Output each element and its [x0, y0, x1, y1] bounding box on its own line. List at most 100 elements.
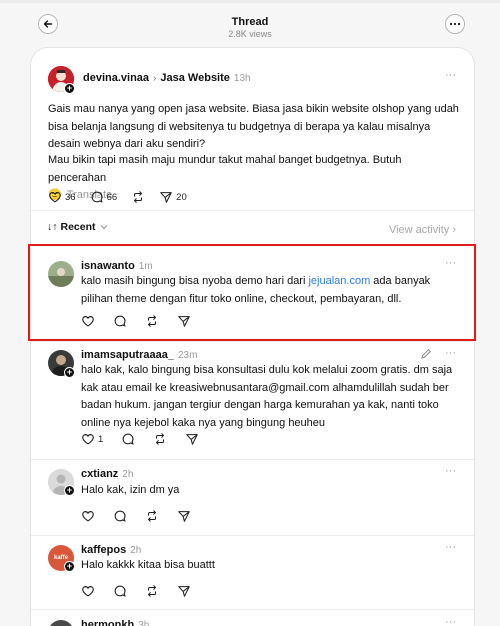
comment-button[interactable]: [113, 509, 127, 523]
reply-time: 2h: [122, 469, 134, 480]
top-border: [0, 0, 500, 3]
reply-time: 2h: [130, 545, 142, 556]
reply-link[interactable]: jejualan.com: [308, 275, 370, 287]
heart-icon: [82, 511, 94, 522]
avatar[interactable]: [48, 261, 74, 287]
send-icon: [178, 511, 190, 522]
repost-button[interactable]: [145, 314, 159, 328]
username[interactable]: imamsaputraaaa_: [81, 349, 174, 361]
chevron-right-icon: ›: [153, 73, 157, 84]
comment-icon: [122, 433, 135, 445]
reply-author: imamsaputraaaa_ 23m: [81, 349, 197, 361]
like-button[interactable]: [81, 584, 95, 598]
repost-icon: [156, 433, 165, 445]
sort-dropdown[interactable]: ↓↑ Recent: [47, 221, 108, 233]
topic-link[interactable]: Jasa Website: [160, 72, 230, 84]
thread-card: + devina.vinaa › Jasa Website 13h ··· Gais …: [30, 47, 475, 626]
reply-more-icon[interactable]: ···: [445, 257, 456, 269]
username[interactable]: hermonkh: [81, 619, 134, 626]
post-text: Gais mau nanya yang open jasa website. B…: [48, 103, 459, 150]
send-icon: [186, 434, 199, 445]
repost-icon: [147, 510, 157, 522]
view-activity-label: View activity: [388, 224, 450, 236]
post-actions: 36 66 20: [48, 189, 201, 205]
comment-button[interactable]: [121, 432, 135, 446]
share-button[interactable]: [177, 509, 191, 523]
reply-author: hermonkh 3h: [81, 619, 149, 626]
divider: [31, 609, 474, 610]
repost-icon: [147, 585, 157, 597]
reply-text: halo kak, kalo bingung bisa konsultasi d…: [81, 364, 453, 429]
reply-actions: 1: [81, 431, 213, 447]
share-count: 20: [176, 191, 187, 203]
reply-more-icon[interactable]: ···: [445, 616, 456, 626]
reply-time: 1m: [138, 261, 153, 272]
username[interactable]: isnawanto: [81, 260, 135, 272]
reply-author: isnawanto 1m: [81, 260, 153, 272]
follow-plus-icon[interactable]: +: [64, 83, 75, 94]
comment-icon: [114, 585, 126, 597]
like-button[interactable]: [81, 509, 95, 523]
reply-text-part: kalo masih bingung bisa nyoba demo hari …: [81, 275, 309, 287]
chevron-down-icon: [100, 225, 107, 230]
comment-icon: [91, 191, 103, 203]
reply-time: 23m: [177, 350, 198, 361]
divider: [31, 210, 474, 211]
send-icon: [178, 316, 190, 327]
repost-button[interactable]: [153, 432, 167, 446]
reply-text: kalo masih bingung bisa nyoba demo hari …: [81, 273, 459, 308]
sort-icon: ↓↑: [47, 221, 58, 233]
sort-label: Recent: [60, 221, 96, 233]
like-button[interactable]: 36: [48, 190, 76, 204]
share-button[interactable]: 20: [159, 190, 187, 204]
more-options-button[interactable]: [445, 14, 465, 34]
reply-more-icon[interactable]: ···: [445, 541, 456, 553]
send-icon: [160, 192, 172, 203]
avatar[interactable]: [48, 620, 74, 626]
heart-icon: [82, 434, 94, 445]
reply-more-icon[interactable]: ···: [445, 465, 456, 477]
page-title: Thread: [231, 16, 269, 28]
avatar-image: [48, 261, 74, 287]
comment-button[interactable]: [113, 314, 127, 328]
divider: [31, 535, 474, 536]
share-button[interactable]: [177, 584, 191, 598]
repost-button[interactable]: [145, 584, 159, 598]
more-icon: [449, 22, 461, 26]
divider: [31, 341, 474, 342]
repost-button[interactable]: [131, 190, 145, 204]
follow-plus-icon[interactable]: +: [64, 485, 75, 496]
like-button[interactable]: 1: [81, 432, 103, 446]
like-count: 36: [65, 191, 76, 203]
reply-author: kaffepos 2h: [81, 544, 141, 556]
reply-author: cxtianz 2h: [81, 468, 133, 480]
username[interactable]: cxtianz: [81, 468, 118, 480]
edit-pencil-icon[interactable]: [420, 348, 432, 360]
heart-icon: [82, 586, 94, 597]
follow-plus-icon[interactable]: +: [64, 367, 75, 378]
reply-more-icon[interactable]: ···: [445, 347, 456, 359]
post-time: 13h: [233, 73, 251, 84]
comment-button[interactable]: [113, 584, 127, 598]
like-button[interactable]: [81, 314, 95, 328]
heart-icon: [82, 316, 94, 327]
send-icon: [178, 586, 190, 597]
reply-text: Halo kak, izin dm ya: [81, 484, 180, 496]
reply-actions: [81, 313, 205, 329]
follow-plus-icon[interactable]: +: [64, 561, 75, 572]
repost-icon: [134, 191, 143, 203]
repost-button[interactable]: [145, 509, 159, 523]
post-paragraph: Mau bikin tapi masih maju mundur takut m…: [48, 154, 402, 184]
divider: [31, 459, 474, 460]
username[interactable]: devina.vinaa: [83, 72, 149, 84]
divider: [31, 245, 474, 246]
share-button[interactable]: [177, 314, 191, 328]
reply-actions: [81, 508, 205, 524]
username[interactable]: kaffepos: [81, 544, 126, 556]
view-activity-link[interactable]: View activity ›: [389, 224, 456, 236]
reply-time: 3h: [138, 620, 150, 626]
view-count: 2.8K views: [228, 29, 272, 39]
share-button[interactable]: [185, 432, 199, 446]
post-more-icon[interactable]: ···: [445, 69, 456, 81]
comment-button[interactable]: 66: [90, 190, 117, 204]
